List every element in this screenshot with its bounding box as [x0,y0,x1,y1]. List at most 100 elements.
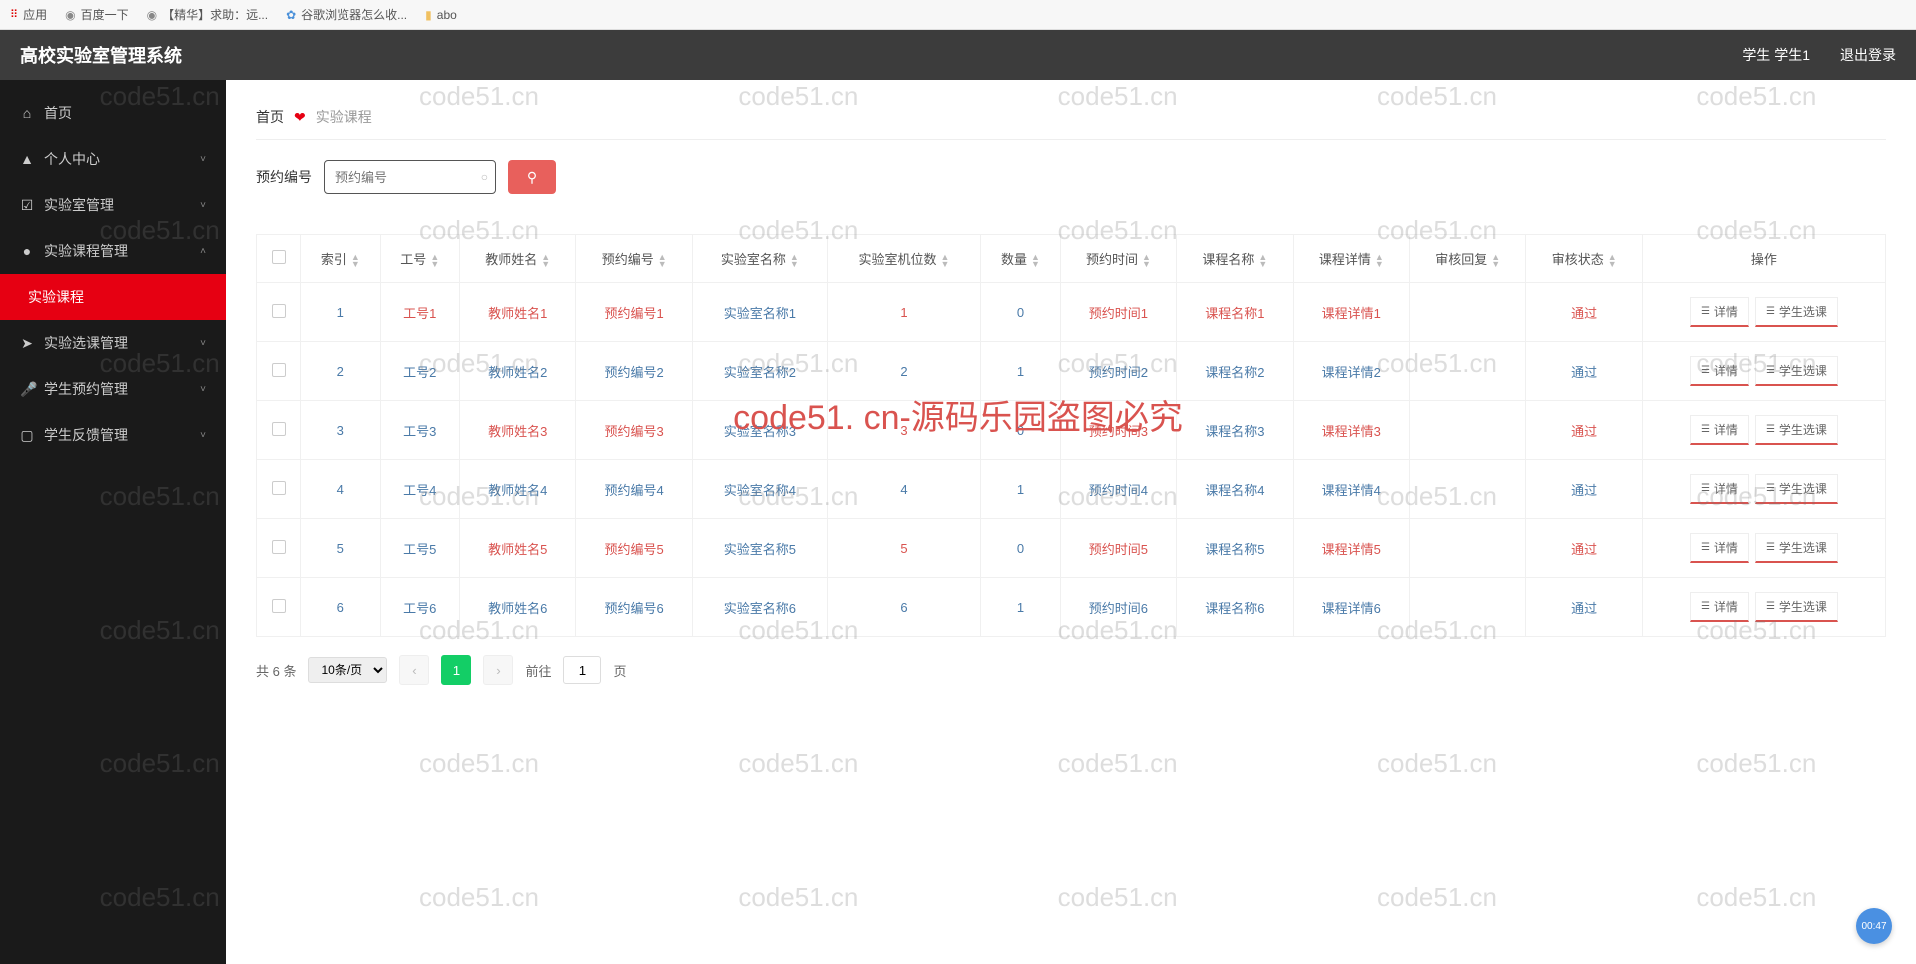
table-cell-ops: ☰详情☰学生选课 [1642,342,1885,401]
detail-button[interactable]: ☰详情 [1690,474,1749,504]
pagesize-select[interactable]: 10条/页 [308,657,387,683]
page-1-button[interactable]: 1 [441,655,471,685]
bookmark-jinghua[interactable]: ◉【精华】求助：远... [147,6,269,23]
student-select-button[interactable]: ☰学生选课 [1755,592,1838,622]
row-checkbox[interactable] [272,481,286,495]
table-row: 3工号3教师姓名3预约编号3实验室名称330预约时间3课程名称3课程详情3通过☰… [257,401,1886,460]
table-cell [1410,578,1526,637]
chevron-down-icon: ˅ [200,384,206,395]
chevron-down-icon: ˅ [200,338,206,349]
table-row: 2工号2教师姓名2预约编号2实验室名称221预约时间2课程名称2课程详情2通过☰… [257,342,1886,401]
bookmark-label: 谷歌浏览器怎么收... [301,6,407,23]
sidebar-item-experiment-course[interactable]: 实验课程 [0,274,226,320]
table-cell: 通过 [1526,578,1642,637]
table-cell: 课程名称4 [1177,460,1293,519]
table-cell: 预约编号6 [576,578,692,637]
table-header[interactable]: 数量▲▼ [981,235,1060,283]
sidebar-item-label: 实验选课管理 [44,333,128,353]
row-checkbox[interactable] [272,304,286,318]
folder-icon: ▮ [425,8,432,22]
table-cell-ops: ☰详情☰学生选课 [1642,460,1885,519]
chevron-down-icon: ˅ [200,154,206,165]
table-header[interactable]: 索引▲▼ [301,235,380,283]
table-header[interactable]: 预约编号▲▼ [576,235,692,283]
next-page-button[interactable]: › [483,655,513,685]
table-cell: 预约编号3 [576,401,692,460]
table-cell: 预约时间3 [1060,401,1176,460]
table-cell: 课程详情5 [1293,519,1409,578]
table-row: 6工号6教师姓名6预约编号6实验室名称661预约时间6课程名称6课程详情6通过☰… [257,578,1886,637]
detail-button[interactable]: ☰详情 [1690,592,1749,622]
paw-icon: ✿ [286,8,296,22]
prev-page-button[interactable]: ‹ [399,655,429,685]
detail-button[interactable]: ☰详情 [1690,297,1749,327]
detail-button[interactable]: ☰详情 [1690,415,1749,445]
detail-button[interactable]: ☰详情 [1690,533,1749,563]
table-header[interactable]: 审核状态▲▼ [1526,235,1642,283]
row-checkbox[interactable] [272,599,286,613]
student-select-button[interactable]: ☰学生选课 [1755,533,1838,563]
bookmark-abo[interactable]: ▮ abo [425,8,457,22]
bookmark-baidu[interactable]: ◉百度一下 [65,6,129,23]
table-header[interactable]: 审核回复▲▼ [1410,235,1526,283]
sidebar-item-label: 首页 [44,103,72,123]
table-cell: 教师姓名5 [460,519,576,578]
sidebar-item-label: 实验室管理 [44,195,114,215]
sort-icon: ▲▼ [1142,254,1151,267]
table-cell [1410,401,1526,460]
table-header[interactable]: 教师姓名▲▼ [460,235,576,283]
goto-label: 前往 [525,661,551,680]
student-select-button[interactable]: ☰学生选课 [1755,297,1838,327]
student-select-button[interactable]: ☰学生选课 [1755,356,1838,386]
table-cell: 通过 [1526,401,1642,460]
table-cell: 教师姓名2 [460,342,576,401]
select-all-checkbox[interactable] [272,250,286,264]
search-button[interactable]: ⚲ [508,160,556,194]
search-label: 预约编号 [256,167,312,187]
user-info[interactable]: 学生 学生1 [1742,45,1810,65]
table-header[interactable]: 实验室机位数▲▼ [827,235,980,283]
sidebar-item-feedback-mgmt[interactable]: ▢学生反馈管理˅ [0,412,226,458]
row-checkbox[interactable] [272,363,286,377]
bookmark-label: abo [437,8,457,22]
sidebar-item-select-mgmt[interactable]: ➤实验选课管理˅ [0,320,226,366]
goto-page-input[interactable] [563,656,601,684]
sidebar-item-reserve-mgmt[interactable]: 🎤 学生预约管理 ˅ [0,366,226,412]
sidebar-item-home[interactable]: ⌂首页 [0,90,226,136]
bookmark-apps[interactable]: ⠿应用 [10,6,47,23]
app-title: 高校实验室管理系统 [20,42,182,68]
table-cell: 课程名称1 [1177,283,1293,342]
table-cell: 实验室名称1 [692,283,827,342]
table-cell: 课程名称3 [1177,401,1293,460]
bookmark-google[interactable]: ✿ 谷歌浏览器怎么收... [286,6,407,23]
table-cell: 1 [301,283,380,342]
table-cell [1410,460,1526,519]
table-header[interactable]: 操作 [1642,235,1885,283]
table-header[interactable]: 预约时间▲▼ [1060,235,1176,283]
breadcrumb-home[interactable]: 首页 [256,107,284,127]
logout-link[interactable]: 退出登录 [1840,45,1896,65]
table-cell: 实验室名称6 [692,578,827,637]
mic-icon: 🎤 [20,381,34,398]
sidebar-item-course-mgmt[interactable]: ●实验课程管理˄ [0,228,226,274]
student-select-button[interactable]: ☰学生选课 [1755,415,1838,445]
sidebar-item-personal[interactable]: ▲个人中心˅ [0,136,226,182]
student-select-button[interactable]: ☰学生选课 [1755,474,1838,504]
sidebar-item-label: 个人中心 [44,149,100,169]
search-input[interactable] [324,160,496,194]
sidebar-item-lab-mgmt[interactable]: ☑实验室管理˅ [0,182,226,228]
table-header[interactable]: 实验室名称▲▼ [692,235,827,283]
search-icon: ⚲ [527,169,537,186]
table-header[interactable]: 课程详情▲▼ [1293,235,1409,283]
table-header[interactable]: 课程名称▲▼ [1177,235,1293,283]
sidebar-item-label: 学生反馈管理 [44,425,128,445]
table-cell: 1 [827,283,980,342]
row-checkbox[interactable] [272,422,286,436]
heart-icon: ❤ [294,109,306,126]
table-header[interactable]: 工号▲▼ [380,235,459,283]
sidebar-item-label: 学生预约管理 [44,379,128,399]
bookmark-label: 应用 [23,6,47,23]
row-checkbox[interactable] [272,540,286,554]
table-cell: 实验室名称5 [692,519,827,578]
detail-button[interactable]: ☰详情 [1690,356,1749,386]
